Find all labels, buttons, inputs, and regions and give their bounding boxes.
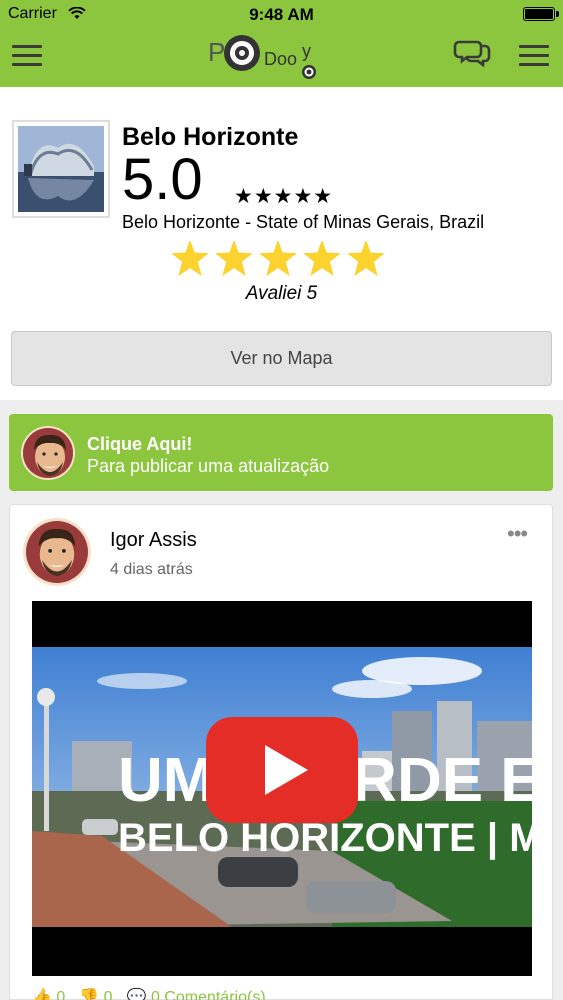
app-logo: P Doo y — [206, 33, 326, 83]
average-score: 5.0 — [122, 147, 203, 212]
star-icon[interactable] — [171, 240, 209, 276]
post-author[interactable]: Igor Assis — [110, 529, 197, 552]
status-time: 9:48 AM — [249, 5, 314, 24]
svg-text:y: y — [302, 41, 311, 61]
user-rating-text: Avaliei 5 — [245, 283, 318, 304]
menu-icon[interactable] — [12, 45, 42, 67]
post-time: 4 dias atrás — [110, 561, 193, 578]
avatar — [21, 426, 75, 480]
star-icon[interactable] — [303, 240, 341, 276]
place-location: Belo Horizonte - State of Minas Gerais, … — [122, 212, 485, 232]
composer-subtitle: Para publicar uma atualização — [87, 456, 330, 476]
score-stars: ★★★★★ — [234, 185, 334, 208]
composer-title: Clique Aqui! — [87, 434, 193, 454]
top-bar: Carrier 9:48 AM P Doo y — [0, 0, 563, 87]
star-icon[interactable] — [215, 240, 253, 276]
status-bar: Carrier 9:48 AM — [0, 5, 563, 25]
author-avatar[interactable] — [23, 518, 91, 586]
user-rating-stars[interactable] — [171, 240, 391, 276]
more-options-icon[interactable]: ••• — [507, 521, 528, 547]
svg-text:Doo: Doo — [264, 49, 297, 69]
chat-icon[interactable] — [453, 37, 493, 68]
feed-post: Igor Assis 4 dias atrás ••• UMA TARDE E … — [9, 504, 553, 1000]
star-icon[interactable] — [347, 240, 385, 276]
svg-text:P: P — [208, 37, 225, 67]
dislike-button[interactable]: 👎 0 — [79, 987, 112, 1000]
dislike-count: 0 — [103, 989, 113, 1000]
view-map-button[interactable]: Ver no Mapa — [11, 331, 552, 386]
video-player[interactable]: UMA TARDE EM BELO HORIZONTE | MG — [32, 601, 532, 976]
like-button[interactable]: 👍 0 — [32, 987, 65, 1000]
comment-count: 0 Comentário(s) — [150, 989, 266, 1000]
play-button-icon — [206, 717, 358, 823]
post-actions: 👍 0 👎 0 💬 0 Comentário(s) — [32, 987, 266, 1000]
like-count: 0 — [56, 989, 66, 1000]
options-menu-icon[interactable] — [519, 45, 549, 67]
star-icon[interactable] — [259, 240, 297, 276]
publish-update-bar[interactable]: Clique Aqui! Para publicar uma atualizaç… — [9, 414, 553, 491]
comments-button[interactable]: 💬 0 Comentário(s) — [127, 987, 266, 1000]
place-photo[interactable] — [12, 120, 110, 218]
battery-icon — [523, 7, 559, 21]
